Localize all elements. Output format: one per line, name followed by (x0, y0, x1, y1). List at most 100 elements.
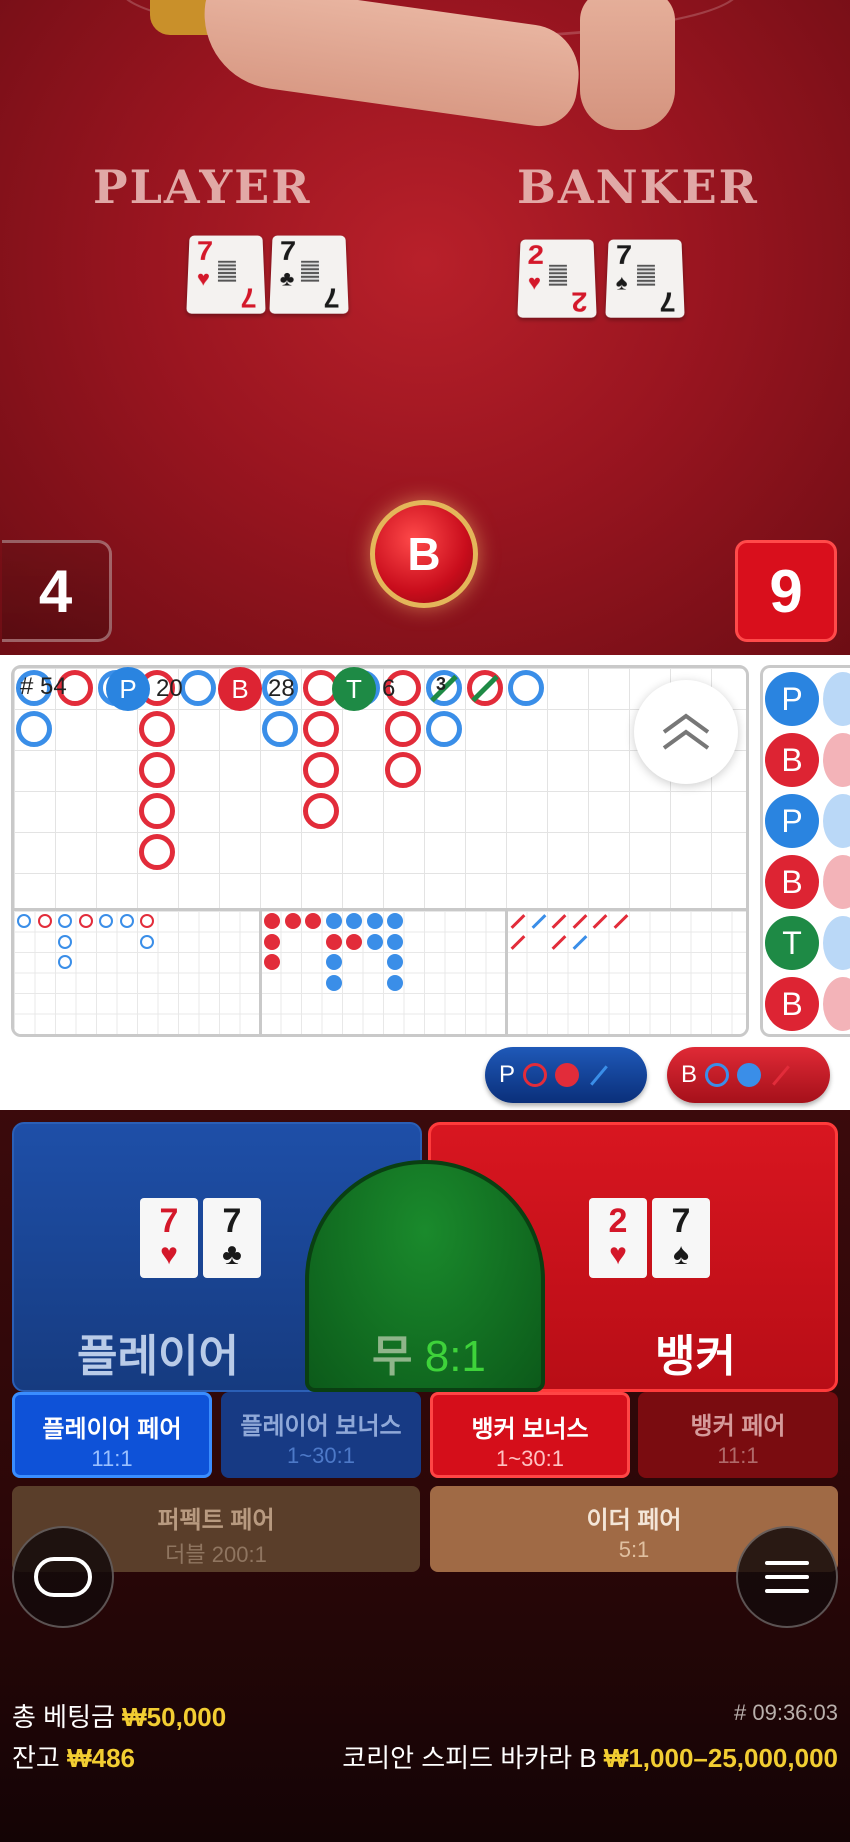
big-road-mark (139, 752, 175, 788)
player-stat-icon: P (106, 667, 150, 711)
banker-bet-card-1: 2 ♥ (589, 1198, 647, 1278)
player-pair-bet[interactable]: 플레이어 페어 11:1 (12, 1392, 212, 1478)
player-bet-card-2: 7 ♣ (203, 1198, 261, 1278)
banker-ask-letter: B (681, 1061, 698, 1088)
balance-value: ₩486 (67, 1743, 135, 1773)
player-card-1: 7 ♥ 7 (186, 235, 266, 314)
banker-bonus-odds: 1~30:1 (496, 1446, 564, 1471)
big-road-mark (180, 670, 216, 706)
big-eye-mark (58, 955, 72, 969)
round-count: # 54 (20, 673, 67, 700)
cockroach-road-mark (531, 914, 546, 929)
total-bet-value: ₩50,000 (122, 1702, 227, 1732)
bead-road-ball-partial (823, 672, 850, 726)
banker-bet-card-2: 7 ♠ (652, 1198, 710, 1278)
banker-bonus-label: 뱅커 보너스 (471, 1416, 589, 1443)
small-road-mark (325, 954, 342, 970)
small-road-mark (305, 913, 321, 929)
blue-dot-icon (737, 1063, 762, 1087)
bead-road-ball: B (765, 977, 819, 1031)
tie-count: 6 (382, 675, 396, 702)
big-road-mark (16, 711, 52, 747)
live-video-feed: PLAYER BANKER 7 ♥ 7 7 ♣ 7 2 ♥ 2 7 ♠ 7 4 B 9 (0, 0, 850, 655)
small-road-mark (284, 913, 301, 929)
menu-button[interactable] (736, 1526, 838, 1628)
cockroach-road-mark (551, 914, 567, 929)
small-road-mark (366, 913, 383, 929)
banker-card-2: 7 ♠ 7 (605, 239, 685, 318)
big-road-mark (139, 711, 175, 747)
tie-stat: T 6 (332, 667, 395, 711)
small-road-mark (387, 954, 403, 970)
chip-icon (34, 1557, 92, 1597)
small-road-mark (387, 933, 403, 950)
player-bet-card-1: 7 ♥ (140, 1198, 198, 1278)
cockroach-road-mark (613, 914, 628, 929)
red-ring-icon (523, 1063, 548, 1087)
chevron-double-up-icon[interactable] (634, 680, 738, 784)
player-ask-letter: P (499, 1061, 516, 1088)
total-bet: 총 베팅금 ₩50,000 (12, 1697, 226, 1734)
chip-selector-button[interactable] (12, 1526, 114, 1628)
banker-pair-bet[interactable]: 뱅커 페어 11:1 (638, 1392, 838, 1478)
banker-bonus-bet[interactable]: 뱅커 보너스 1~30:1 (430, 1392, 630, 1478)
bead-road-ball-partial (823, 733, 850, 787)
road-divider (259, 911, 262, 1034)
player-bet-label: 플레이어 (77, 1332, 239, 1381)
small-road-mark (264, 933, 280, 950)
bead-road-ball-partial (823, 916, 850, 970)
table-name: 코리안 스피드 바카라 B (342, 1743, 597, 1773)
small-road-mark (325, 913, 342, 929)
small-road-mark (346, 933, 362, 950)
red-slash-icon (772, 1064, 790, 1086)
banker-ask-button[interactable]: B (667, 1047, 830, 1103)
big-road-mark (303, 793, 339, 829)
bead-road-ball: B (765, 855, 819, 909)
red-dot-icon (555, 1063, 580, 1087)
big-road-mark (426, 711, 462, 747)
player-pair-label: 플레이어 페어 (42, 1416, 182, 1443)
banker-wins-count: 28 (268, 675, 295, 702)
big-road-mark (262, 711, 298, 747)
player-ask-button[interactable]: P (485, 1047, 647, 1103)
player-wins-stat: P 20 (106, 667, 183, 711)
cockroach-road-mark (510, 934, 526, 950)
player-side-label: PLAYER (93, 160, 312, 214)
player-bonus-label: 플레이어 보너스 (240, 1413, 402, 1440)
big-road-mark (385, 711, 421, 747)
small-road-mark (387, 974, 403, 991)
tie-stat-icon: T (332, 667, 376, 711)
road-divider (505, 911, 508, 1034)
round-time: # 09:36:03 (734, 1700, 838, 1725)
player-score: 4 (2, 540, 112, 642)
player-card-2: 7 ♣ 7 (269, 235, 349, 314)
big-road-mark (139, 793, 175, 829)
big-eye-mark (37, 914, 52, 928)
bead-road-ball: T (765, 916, 819, 970)
small-road-mark (325, 933, 342, 950)
banker-bet-label: 뱅커 (655, 1332, 736, 1381)
hamburger-icon (765, 1561, 809, 1593)
banker-card-1: 2 ♥ 2 (517, 239, 597, 318)
banker-pair-odds: 11:1 (717, 1443, 759, 1468)
small-road-mark (346, 913, 362, 929)
big-road-mark (303, 711, 339, 747)
small-road-mark (366, 933, 383, 950)
tie-bet-label: 무 8:1 (372, 1332, 486, 1381)
banker-score: 9 (735, 540, 837, 642)
small-road-mark (325, 974, 342, 991)
winner-badge: B (370, 500, 478, 608)
balance: 잔고 ₩486 (12, 1738, 135, 1775)
big-eye-mark (58, 934, 72, 949)
player-bonus-bet[interactable]: 플레이어 보너스 1~30:1 (221, 1392, 421, 1478)
banker-wins-stat: B 28 (218, 667, 295, 711)
big-eye-mark (58, 914, 72, 928)
total-bet-label: 총 베팅금 (12, 1702, 115, 1732)
bead-road-ball: P (765, 672, 819, 726)
banker-stat-icon: B (218, 667, 262, 711)
tie-count-marker: 3 (436, 674, 447, 694)
big-eye-mark (140, 934, 154, 949)
big-road-mark (303, 752, 339, 788)
bead-road[interactable]: PBPBTB (760, 665, 850, 1037)
blue-ring-icon (705, 1063, 730, 1087)
